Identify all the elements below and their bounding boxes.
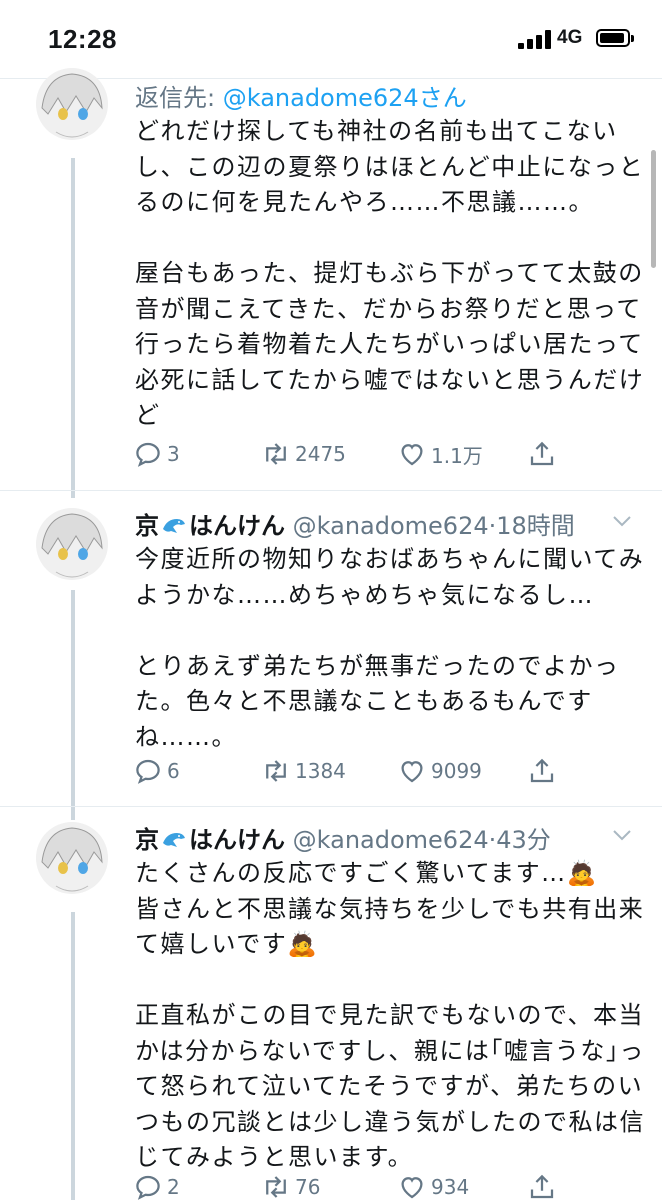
share-icon (530, 1174, 554, 1199)
thread-line (71, 590, 75, 820)
status-time: 12:28 (48, 24, 117, 54)
like-count: 1.1万 (431, 443, 483, 468)
share-button[interactable] (527, 754, 557, 788)
reply-count: 2 (167, 1175, 180, 1199)
reply-count: 6 (167, 759, 180, 783)
chevron-down-icon[interactable] (612, 828, 632, 842)
reply-button[interactable]: 2 (133, 1170, 180, 1204)
retweet-icon (266, 1176, 286, 1198)
tweet-actions: 2 76 934 (133, 1170, 633, 1204)
avatar[interactable] (36, 508, 108, 580)
retweet-count: 1384 (295, 759, 346, 783)
share-button[interactable] (527, 1170, 557, 1204)
retweet-count: 2475 (295, 442, 346, 466)
reply-button[interactable]: 3 (133, 437, 180, 471)
reply-icon (136, 1175, 160, 1200)
like-count: 934 (431, 1175, 470, 1199)
like-button[interactable]: 1.1万 (397, 437, 483, 471)
avatar[interactable] (36, 822, 108, 894)
like-icon (401, 444, 423, 466)
like-count: 9099 (431, 759, 482, 783)
display-name[interactable]: 京 (135, 512, 159, 540)
status-bar: 12:28 4G (0, 0, 662, 78)
share-icon (530, 758, 554, 783)
reply-button[interactable]: 6 (133, 754, 180, 788)
tweet-actions: 3 2475 1.1万 (133, 437, 633, 471)
reply-icon (136, 759, 160, 784)
reply-to-label: 返信先: @kanadome624さん (135, 78, 467, 113)
battery-icon (596, 29, 634, 47)
retweet-button[interactable]: 2475 (261, 437, 346, 471)
retweet-count: 76 (295, 1175, 321, 1199)
retweet-icon (266, 443, 286, 465)
tweet-header: 京 はんけん @kanadome624·18時間 (135, 506, 575, 541)
share-icon (530, 441, 554, 466)
display-name[interactable]: 京 (135, 826, 159, 854)
dolphin-emoji (163, 519, 185, 533)
like-icon (401, 1177, 423, 1199)
retweet-button[interactable]: 1384 (261, 754, 346, 788)
like-icon (401, 761, 423, 783)
handle-and-time: @kanadome624·18時間 (292, 512, 575, 540)
thread-line (71, 912, 75, 1200)
display-name-suffix[interactable]: はんけん (189, 512, 285, 540)
network-type: 4G (557, 27, 583, 48)
handle-and-time: @kanadome624·43分 (292, 826, 551, 854)
retweet-button[interactable]: 76 (261, 1170, 320, 1204)
like-button[interactable]: 934 (397, 1170, 469, 1204)
tweet-actions: 6 1384 9099 (133, 754, 633, 788)
signal-icon (518, 29, 552, 49)
like-button[interactable]: 9099 (397, 754, 482, 788)
reply-count: 3 (167, 442, 180, 466)
share-button[interactable] (527, 437, 557, 471)
tweet-text: 今度近所の物知りなおばあちゃんに聞いてみ ようかな……めちゃめちゃ気になるし… … (135, 545, 645, 751)
divider (0, 490, 662, 491)
avatar[interactable] (36, 68, 108, 140)
tweet-text: どれだけ探しても神社の名前も出てこない し、この辺の夏祭りはほとんど中止になっと… (135, 117, 645, 429)
reply-icon (136, 442, 160, 467)
reply-to-prefix: 返信先: (135, 84, 223, 112)
tweet-header: 京 はんけん @kanadome624·43分 (135, 820, 551, 855)
thread-line (71, 158, 75, 498)
retweet-icon (266, 760, 286, 782)
dolphin-emoji (163, 833, 185, 847)
tweet-text: たくさんの反応ですごく驚いてます…🙇 皆さんと不思議な気持ちを少しでも共有出来 … (135, 859, 645, 1171)
divider (0, 806, 662, 807)
reply-to-handle-link[interactable]: @kanadome624さん (223, 84, 467, 112)
display-name-suffix[interactable]: はんけん (189, 826, 285, 854)
chevron-down-icon[interactable] (612, 514, 632, 528)
scrollbar[interactable] (651, 150, 656, 268)
